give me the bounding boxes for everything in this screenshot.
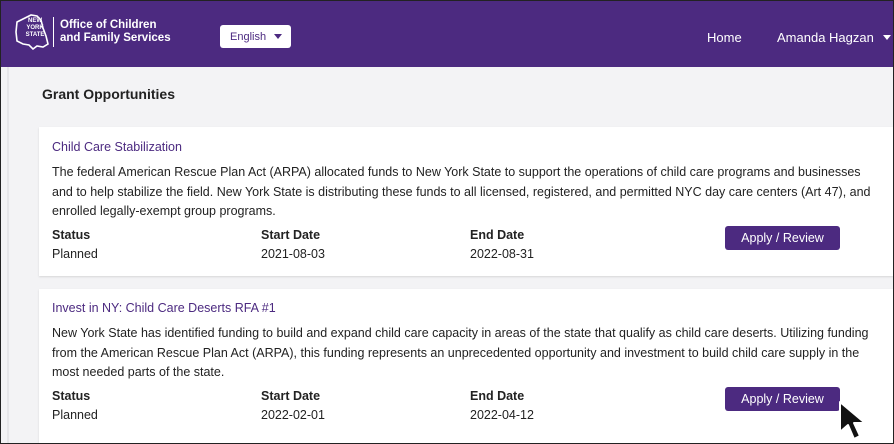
apply-review-button[interactable]: Apply / Review [725, 387, 840, 411]
logo-word-york: YORK [26, 25, 44, 31]
start-date-value: 2022-02-01 [261, 408, 325, 422]
end-date-label: End Date [470, 389, 525, 403]
agency-name: Office of Children and Family Services [60, 19, 171, 45]
app-window: NEW YORK STATE Office of Children and Fa… [0, 0, 894, 444]
agency-name-line1: Office of Children [60, 19, 157, 31]
end-date-value: 2022-08-31 [470, 247, 534, 261]
start-date-label: Start Date [261, 389, 321, 403]
start-date-value: 2021-08-03 [261, 247, 325, 261]
status-value: Planned [52, 247, 98, 261]
grant-title-link[interactable]: Child Care Stabilization [52, 140, 182, 154]
user-menu-chevron-down-icon[interactable] [883, 35, 891, 40]
grant-description: New York State has identified funding to… [52, 326, 869, 379]
language-select-value: English [230, 30, 267, 43]
start-date-label: Start Date [261, 228, 321, 242]
logo-word-new: NEW [28, 18, 42, 24]
top-navigation-bar: NEW YORK STATE Office of Children and Fa… [1, 1, 893, 67]
logo-divider [53, 17, 54, 47]
status-label: Status [52, 389, 91, 403]
status-label: Status [52, 228, 91, 242]
chevron-down-icon [274, 34, 282, 39]
agency-name-line2: and Family Services [60, 32, 171, 44]
page-title: Grant Opportunities [42, 86, 175, 102]
grant-card: Invest in NY: Child Care Deserts RFA #1 … [39, 289, 893, 443]
content-left-edge [7, 67, 9, 443]
nav-home-link[interactable]: Home [707, 30, 742, 45]
mouse-pointer-icon [839, 401, 866, 440]
status-value: Planned [52, 408, 98, 422]
logo-word-state: STATE [25, 32, 45, 38]
grant-title-link[interactable]: Invest in NY: Child Care Deserts RFA #1 [52, 301, 276, 315]
end-date-label: End Date [470, 228, 525, 242]
ny-state-logo: NEW YORK STATE [15, 14, 49, 50]
end-date-value: 2022-04-12 [470, 408, 534, 422]
ocfs-logo[interactable]: NEW YORK STATE Office of Children and Fa… [15, 12, 171, 52]
ny-state-logo-text: NEW YORK STATE [20, 18, 50, 39]
apply-review-button[interactable]: Apply / Review [725, 226, 840, 250]
user-menu[interactable]: Amanda Hagzan [777, 30, 874, 45]
grant-description: The federal American Rescue Plan Act (AR… [52, 165, 871, 218]
language-select[interactable]: English [220, 25, 291, 48]
grant-card: Child Care Stabilization The federal Ame… [39, 127, 893, 276]
